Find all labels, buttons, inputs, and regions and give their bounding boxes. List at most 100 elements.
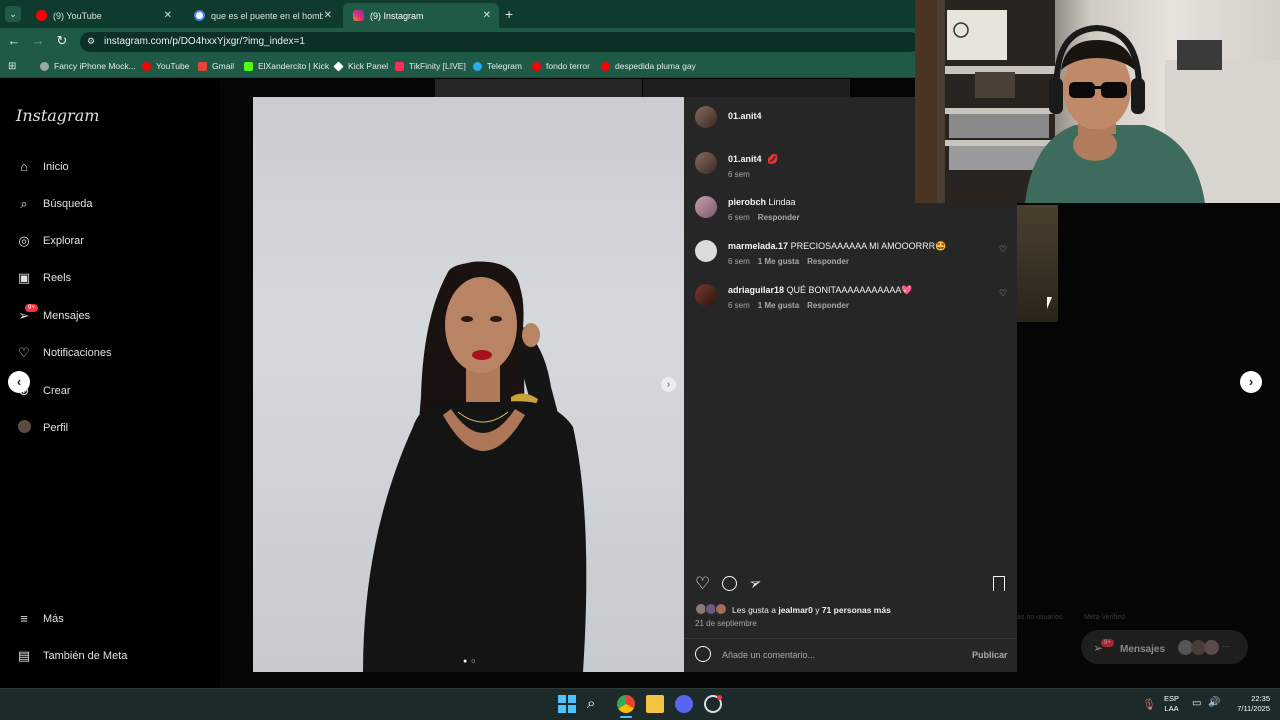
sidebar-item-reels[interactable]: ▣ Reels xyxy=(16,270,71,286)
like-comment-heart-icon[interactable]: ♡ xyxy=(999,288,1007,299)
comment-meta: 6 sem Responder xyxy=(728,213,800,222)
youtube-icon xyxy=(601,61,610,71)
url-text[interactable]: instagram.com/p/DO4hxxYjxgr/?img_index=1 xyxy=(104,36,305,47)
sidebar-item-notificaciones[interactable]: ♡ Notificaciones xyxy=(16,345,111,361)
sidebar-item-busqueda[interactable]: ⌕ Búsqueda xyxy=(16,196,92,212)
close-icon[interactable]: ✕ xyxy=(324,10,332,21)
instagram-logo[interactable]: Instagram xyxy=(16,106,99,125)
caption-avatar[interactable] xyxy=(695,152,717,174)
chrome-icon[interactable] xyxy=(617,695,635,713)
tab-instagram[interactable]: (9) Instagram ✕ xyxy=(343,3,499,28)
tab-search-button[interactable]: ⌄ xyxy=(5,6,21,22)
comment-meta: 6 sem 1 Me gusta Responder xyxy=(728,301,849,310)
youtube-icon xyxy=(142,61,151,71)
sidebar-item-mas[interactable]: ≡ Más xyxy=(16,611,64,627)
tab-label: (9) Instagram xyxy=(370,10,424,21)
previous-post-button[interactable]: ‹ xyxy=(8,371,30,393)
site-info-icon[interactable]: ⚙ xyxy=(87,36,95,47)
bookmark-fondo-terror[interactable]: fondo terror xyxy=(532,61,590,71)
likes-user[interactable]: jealmar0 xyxy=(778,605,813,615)
notification-dot xyxy=(717,695,722,700)
bookmark-kick-panel[interactable]: Kick Panel xyxy=(333,60,388,72)
language-indicator[interactable]: ESP LAA xyxy=(1164,694,1179,714)
reels-icon: ▣ xyxy=(17,270,31,285)
bookmark-despedida[interactable]: despedida pluma gay xyxy=(601,61,696,71)
bookmark-kick[interactable]: ElXandercito | Kick xyxy=(244,61,329,71)
close-icon[interactable]: ✕ xyxy=(164,10,172,21)
publish-button[interactable]: Publicar xyxy=(972,650,1008,660)
photo-next-button[interactable]: › xyxy=(661,377,676,392)
like-comment-heart-icon[interactable]: ♡ xyxy=(999,244,1007,255)
telegram-icon xyxy=(473,61,482,71)
comment-username[interactable]: marmelada.17 xyxy=(728,241,788,251)
discord-icon[interactable] xyxy=(675,695,693,713)
bookmark-label: Telegram xyxy=(487,61,522,71)
sidebar-item-inicio[interactable]: ⌂ Inicio xyxy=(16,159,69,175)
author-username[interactable]: 01.anit4 xyxy=(728,111,762,121)
compass-icon: ◎ xyxy=(18,233,30,248)
reply-button[interactable]: Responder xyxy=(807,257,849,266)
search-icon: ⌕ xyxy=(20,196,28,211)
sidebar-item-label: Explorar xyxy=(43,235,84,247)
microphone-icon[interactable]: 🎙 xyxy=(1142,698,1156,711)
comment-avatar[interactable] xyxy=(695,284,717,306)
windows-start-icon[interactable] xyxy=(558,695,576,713)
bookmark-tikfinity[interactable]: TikFinity [LIVE] xyxy=(395,61,466,71)
post-photo[interactable] xyxy=(253,97,684,672)
comment-avatar[interactable] xyxy=(695,240,717,262)
new-tab-button[interactable]: + xyxy=(505,6,513,22)
close-icon[interactable]: ✕ xyxy=(483,10,491,21)
tab-label: que es el puente en el hombre xyxy=(211,10,323,21)
comment-bubble-icon[interactable] xyxy=(722,576,737,591)
file-explorer-icon[interactable] xyxy=(646,695,664,713)
comment-username[interactable]: adriaguilar18 xyxy=(728,285,784,295)
reply-button[interactable]: Responder xyxy=(807,301,849,310)
likes-connector: y xyxy=(815,605,820,615)
next-post-button[interactable]: › xyxy=(1240,371,1262,393)
tab-google-search[interactable]: que es el puente en el hombre ✕ xyxy=(184,3,340,28)
sidebar-item-label: También de Meta xyxy=(43,650,128,662)
reload-button[interactable]: ↻ xyxy=(54,33,70,49)
comment-input[interactable]: Añade un comentario... xyxy=(722,650,815,660)
footer-link[interactable]: Meta Verified xyxy=(1084,614,1125,621)
footer-link[interactable]: as no usuarios xyxy=(1017,614,1063,621)
comment-avatar[interactable] xyxy=(695,196,717,218)
bookmark-gmail[interactable]: Gmail xyxy=(198,61,234,71)
search-icon[interactable]: ⌕ xyxy=(587,695,605,713)
back-button[interactable]: ← xyxy=(6,33,22,48)
tikfinity-icon xyxy=(395,61,404,71)
tab-youtube[interactable]: (9) YouTube ✕ xyxy=(26,3,180,28)
bookmark-label: despedida pluma gay xyxy=(615,61,696,71)
save-bookmark-icon[interactable] xyxy=(993,576,1005,591)
caption-time: 6 sem xyxy=(728,170,750,179)
likes-others[interactable]: 71 personas más xyxy=(822,605,891,615)
comment-likes[interactable]: 1 Me gusta xyxy=(758,257,799,266)
sidebar-item-explorar[interactable]: ◎ Explorar xyxy=(16,233,84,249)
emoji-icon[interactable] xyxy=(695,646,711,662)
bookmark-telegram[interactable]: Telegram xyxy=(473,61,522,71)
volume-icon[interactable]: 🔊 xyxy=(1208,697,1220,708)
sidebar-item-label: Notificaciones xyxy=(43,347,112,359)
comment-username[interactable]: pierobch xyxy=(728,197,766,207)
caption-username[interactable]: 01.anit4 xyxy=(728,154,762,164)
likes-prefix: Les gusta a xyxy=(732,605,776,615)
reply-button[interactable]: Responder xyxy=(758,213,800,222)
active-app-indicator xyxy=(620,716,632,718)
comment-body: QUÉ BONITAAAAAAAAAAA💖 xyxy=(786,285,913,295)
menu-icon: ≡ xyxy=(20,611,28,626)
network-icon[interactable]: ▭ xyxy=(1192,698,1201,709)
clock[interactable]: 22:35 7/11/2025 xyxy=(1228,694,1270,714)
sidebar-item-perfil[interactable]: Perfil xyxy=(16,420,68,436)
comment-likes[interactable]: 1 Me gusta xyxy=(758,301,799,310)
like-heart-icon[interactable]: ♡ xyxy=(695,574,710,594)
apps-icon[interactable]: ⊞ xyxy=(8,61,16,72)
bookmark-fancy-iphone[interactable]: Fancy iPhone Mock... xyxy=(40,61,136,71)
author-avatar[interactable] xyxy=(695,106,717,128)
forward-button[interactable]: → xyxy=(30,33,46,48)
caption: 01.anit4 💋 xyxy=(728,154,778,165)
comment-body: PRECIOSAAAAAA MI AMOOORRR🤩 xyxy=(790,241,947,251)
likes-summary[interactable]: Les gusta a jealmar0 y 71 personas más xyxy=(732,605,891,615)
bookmark-youtube[interactable]: YouTube xyxy=(142,61,189,71)
sidebar-item-meta[interactable]: ▤ También de Meta xyxy=(16,648,128,664)
bookmark-label: fondo terror xyxy=(546,61,590,71)
